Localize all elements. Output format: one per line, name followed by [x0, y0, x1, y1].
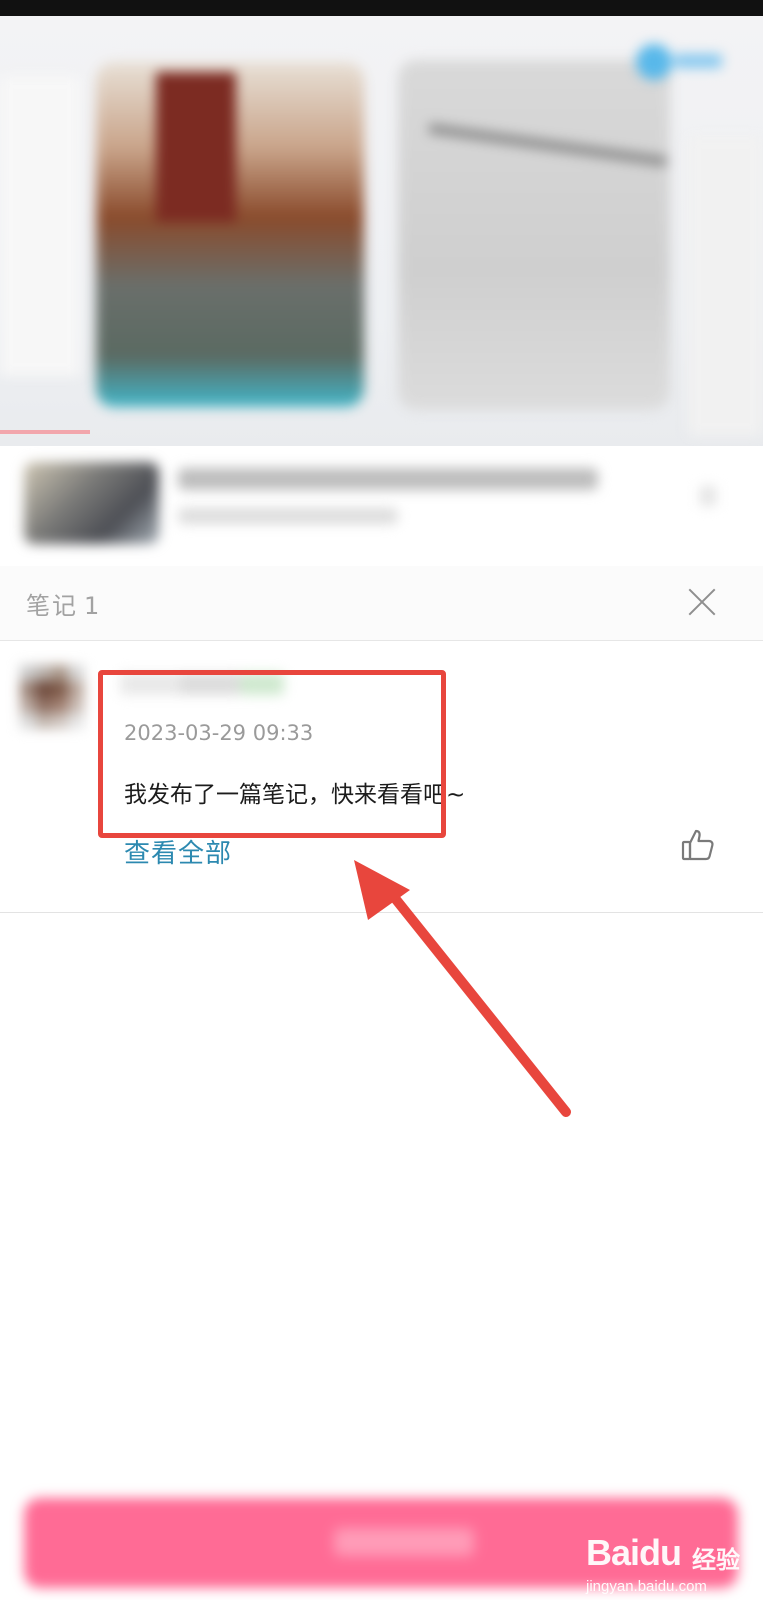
- avatar[interactable]: [20, 665, 84, 729]
- chevron-right-icon: [700, 486, 716, 506]
- close-icon[interactable]: [686, 586, 718, 618]
- related-meta-blurred: [178, 508, 398, 524]
- video-frame-left: [96, 62, 364, 407]
- video-player-blurred: [0, 16, 763, 446]
- view-all-link[interactable]: 查看全部: [124, 833, 232, 870]
- video-frame-line: [428, 123, 668, 167]
- watermark-brand-cn: 经验: [692, 1546, 740, 1574]
- screen: 笔记 1 2023-03-29 09:33 我发布了一篇笔记，快来看看吧~ 查看…: [0, 0, 763, 1600]
- related-item-blurred: [0, 446, 763, 556]
- annotation-arrow: [354, 860, 571, 1117]
- notes-panel-title: 笔记 1: [26, 586, 101, 621]
- notes-title-label: 笔记: [26, 592, 78, 620]
- video-side-left: [0, 76, 80, 376]
- toggle-dot-icon: [636, 44, 672, 80]
- status-bar: [0, 0, 763, 16]
- watermark-url: jingyan.baidu.com: [586, 1578, 707, 1595]
- publish-button-label-blurred: [334, 1528, 474, 1556]
- video-frame-right: [398, 60, 670, 410]
- toggle-label-blurred: [674, 54, 722, 68]
- related-thumbnail: [24, 462, 159, 544]
- related-title-blurred: [178, 468, 598, 490]
- watermark-brand: Baidu: [586, 1532, 682, 1573]
- thumbs-up-icon[interactable]: [680, 827, 716, 863]
- video-frame-detail: [156, 72, 236, 222]
- video-toggle-badge: [636, 44, 724, 80]
- video-progress-bar: [0, 430, 90, 434]
- annotation-highlight-box: [98, 670, 446, 838]
- notes-panel-header: 笔记 1: [0, 566, 763, 640]
- video-side-right: [688, 136, 763, 436]
- baidu-watermark: Baidu 经验 jingyan.baidu.com: [580, 1530, 756, 1596]
- notes-count: 1: [84, 592, 102, 620]
